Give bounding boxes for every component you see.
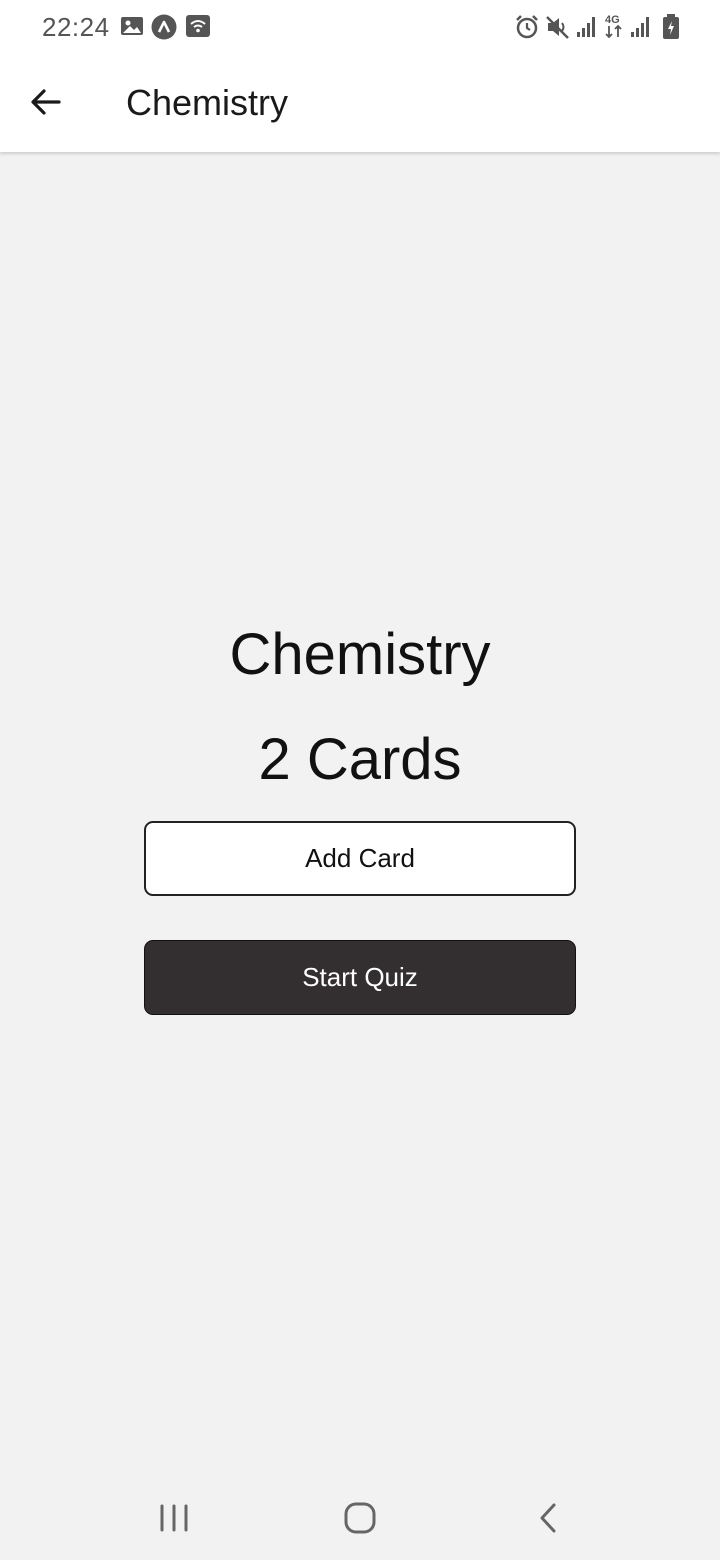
mute-icon bbox=[545, 14, 571, 45]
page-title: Chemistry bbox=[126, 82, 289, 123]
image-icon bbox=[120, 14, 144, 43]
app-a-icon bbox=[151, 14, 177, 45]
alarm-icon bbox=[514, 14, 540, 45]
battery-charging-icon bbox=[662, 14, 680, 45]
deck-title: Chemistry bbox=[229, 622, 491, 687]
back-button[interactable] bbox=[22, 78, 70, 126]
nav-back-icon[interactable] bbox=[530, 1498, 566, 1543]
home-icon[interactable] bbox=[342, 1498, 378, 1543]
status-bar: 22:24 4G bbox=[0, 0, 720, 56]
4g-data-icon: 4G bbox=[604, 12, 624, 45]
start-quiz-button[interactable]: Start Quiz bbox=[144, 940, 576, 1015]
app-bar: Chemistry bbox=[0, 56, 720, 152]
signal-icon bbox=[576, 14, 598, 43]
recents-icon[interactable] bbox=[156, 1498, 192, 1543]
network-label: 4G bbox=[605, 14, 620, 26]
add-card-button[interactable]: Add Card bbox=[144, 821, 576, 896]
system-nav-bar bbox=[0, 1480, 720, 1560]
deck-detail: Chemistry 2 Cards Add Card Start Quiz bbox=[0, 600, 720, 1015]
card-count: 2 Cards bbox=[258, 727, 462, 792]
wifi-call-icon bbox=[186, 14, 210, 43]
signal-2-icon bbox=[630, 14, 652, 43]
arrow-left-icon bbox=[31, 89, 61, 115]
status-time: 22:24 bbox=[42, 12, 110, 42]
